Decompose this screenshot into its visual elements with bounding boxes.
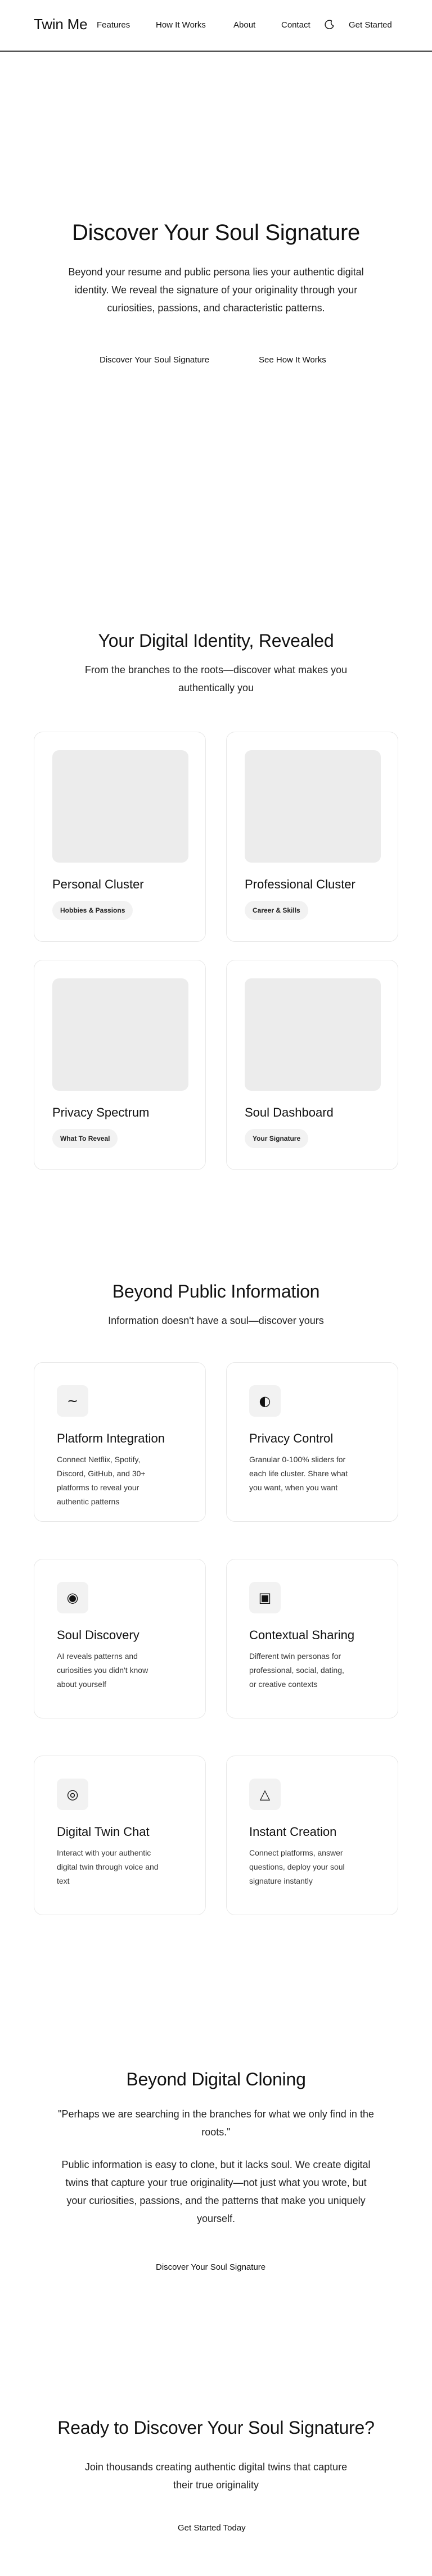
feature-description-line: Connect Netflix, Spotify, (57, 1455, 141, 1464)
feature-card[interactable]: △ Instant Creation Connect platforms, answ… (226, 1756, 398, 1915)
feature-description-line: authentic patterns (57, 1497, 120, 1506)
feature-description-line: AI reveals patterns and (57, 1652, 138, 1661)
bullseye-icon-glyph: ◎ (66, 1786, 79, 1802)
discover-soul-signature-button[interactable]: Discover Your Soul Signature (100, 355, 209, 365)
final-cta-title: Ready to Discover Your Soul Signature? (57, 2418, 375, 2438)
card-image-placeholder (245, 978, 381, 1091)
wave-icon-glyph: ~ (66, 1393, 79, 1409)
square-in-square-icon: ▣ (249, 1582, 281, 1613)
wave-icon: ~ (57, 1385, 88, 1417)
card-title: Professional Cluster (245, 877, 356, 891)
theme-toggle-moon-icon[interactable] (324, 19, 335, 30)
feature-description-line: text (57, 1876, 70, 1885)
hero-subtitle-line: identity. We reveal the signature of you… (74, 284, 358, 296)
identity-subtitle-line: authentically you (178, 682, 254, 693)
feature-description-line: Different twin personas for (249, 1652, 341, 1661)
logo[interactable]: Twin Me (34, 16, 88, 33)
site-header: Twin Me Features How It Works About Cont… (0, 0, 432, 52)
fisheye-icon: ◉ (57, 1582, 88, 1613)
feature-title: Instant Creation (249, 1825, 337, 1839)
feature-description: Connect Netflix, Spotify, Discord, GitHub… (57, 1453, 173, 1509)
feature-card[interactable]: ~ Platform Integration Connect Netflix, Sp… (34, 1362, 206, 1522)
cloning-body-line: Public information is easy to clone, but… (61, 2159, 371, 2170)
feature-description: AI reveals patterns and curiosities you d… (57, 1649, 173, 1691)
feature-description-line: Granular 0-100% sliders for (249, 1455, 346, 1464)
cloning-body-line: your curiosities, passions, and the patt… (66, 2195, 366, 2206)
half-circle-icon: ◐ (249, 1385, 281, 1417)
privacy-spectrum-card[interactable]: Privacy Spectrum What To Reveal (34, 960, 206, 1170)
feature-description-line: you want, when you want (249, 1483, 338, 1492)
nav-how-it-works[interactable]: How It Works (156, 20, 206, 30)
hero-subtitle-line: Beyond your resume and public persona li… (68, 266, 364, 278)
half-circle-icon-glyph: ◐ (259, 1393, 271, 1409)
card-tag: Career & Skills (245, 901, 308, 920)
feature-description-line: Discord, GitHub, and 30+ (57, 1469, 146, 1478)
feature-description-line: professional, social, dating, (249, 1666, 344, 1675)
feature-description-line: or creative contexts (249, 1680, 318, 1689)
card-title: Privacy Spectrum (52, 1105, 150, 1119)
feature-description-line: Connect platforms, answer (249, 1848, 343, 1857)
cloning-quote-line: roots." (201, 2126, 231, 2138)
feature-description-line: signature instantly (249, 1876, 313, 1885)
card-image-placeholder (245, 750, 381, 863)
hero-subtitle-line: curiosities, passions, and characteristi… (107, 302, 325, 314)
cloning-quote-line: "Perhaps we are searching in the branche… (58, 2108, 374, 2120)
identity-title: Your Digital Identity, Revealed (98, 631, 334, 651)
feature-description-line: Interact with your authentic (57, 1848, 151, 1857)
feature-description-line: platforms to reveal your (57, 1483, 140, 1492)
feature-description-line: each life cluster. Share what (249, 1469, 348, 1478)
features-subtitle: Information doesn't have a soul—discover… (108, 1315, 324, 1326)
feature-description-line: about yourself (57, 1680, 106, 1689)
features-title: Beyond Public Information (112, 1281, 320, 1301)
feature-description-line: curiosities you didn't know (57, 1666, 148, 1675)
get-started-button[interactable]: Get Started (349, 20, 392, 30)
final-cta-subtitle-line: their true originality (173, 2479, 259, 2491)
square-in-square-icon-glyph: ▣ (258, 1590, 272, 1606)
feature-title: Digital Twin Chat (57, 1825, 150, 1839)
card-tag: Your Signature (245, 1129, 309, 1148)
card-tag: Hobbies & Passions (52, 901, 133, 920)
feature-title: Contextual Sharing (249, 1628, 355, 1642)
card-image-placeholder (52, 750, 188, 863)
triangle-icon: △ (249, 1779, 281, 1810)
nav-about[interactable]: About (233, 20, 255, 30)
feature-description: Connect platforms, answer questions, depl… (249, 1846, 365, 1888)
feature-card[interactable]: ◎ Digital Twin Chat Interact with your aut… (34, 1756, 206, 1915)
personal-cluster-card[interactable]: Personal Cluster Hobbies & Passions (34, 732, 206, 942)
cloning-title: Beyond Digital Cloning (126, 2069, 306, 2089)
card-title: Soul Dashboard (245, 1105, 334, 1119)
feature-card[interactable]: ◐ Privacy Control Granular 0-100% sliders … (226, 1362, 398, 1522)
triangle-icon-glyph: △ (259, 1786, 271, 1802)
feature-description: Granular 0-100% sliders for each life clu… (249, 1453, 365, 1495)
professional-cluster-card[interactable]: Professional Cluster Career & Skills (226, 732, 398, 942)
feature-description: Different twin personas for professional,… (249, 1649, 365, 1691)
final-cta-subtitle-line: Join thousands creating authentic digita… (84, 2461, 348, 2473)
feature-card[interactable]: ▣ Contextual Sharing Different twin person… (226, 1559, 398, 1718)
cloning-body-line: yourself. (196, 2213, 236, 2224)
card-title: Personal Cluster (52, 877, 144, 891)
nav-contact[interactable]: Contact (281, 20, 310, 30)
feature-description: Interact with your authentic digital twin… (57, 1846, 173, 1888)
see-how-it-works-button[interactable]: See How It Works (259, 355, 326, 365)
feature-title: Soul Discovery (57, 1628, 140, 1642)
feature-card[interactable]: ◉ Soul Discovery AI reveals patterns and cu… (34, 1559, 206, 1718)
hero-title: Discover Your Soul Signature (72, 220, 360, 245)
get-started-today-button[interactable]: Get Started Today (178, 2523, 246, 2533)
feature-title: Privacy Control (249, 1431, 334, 1445)
soul-dashboard-card[interactable]: Soul Dashboard Your Signature (226, 960, 398, 1170)
card-tag: What To Reveal (52, 1129, 118, 1148)
feature-title: Platform Integration (57, 1431, 165, 1445)
bullseye-icon: ◎ (57, 1779, 88, 1810)
card-image-placeholder (52, 978, 188, 1091)
feature-description-line: digital twin through voice and (57, 1862, 159, 1871)
identity-subtitle-line: From the branches to the roots—discover … (84, 664, 348, 675)
cloning-discover-button[interactable]: Discover Your Soul Signature (156, 2262, 266, 2272)
fisheye-icon-glyph: ◉ (66, 1590, 79, 1606)
feature-description-line: questions, deploy your soul (249, 1862, 345, 1871)
cloning-body-line: twins that capture your true originality… (65, 2177, 367, 2188)
nav-features[interactable]: Features (97, 20, 130, 30)
